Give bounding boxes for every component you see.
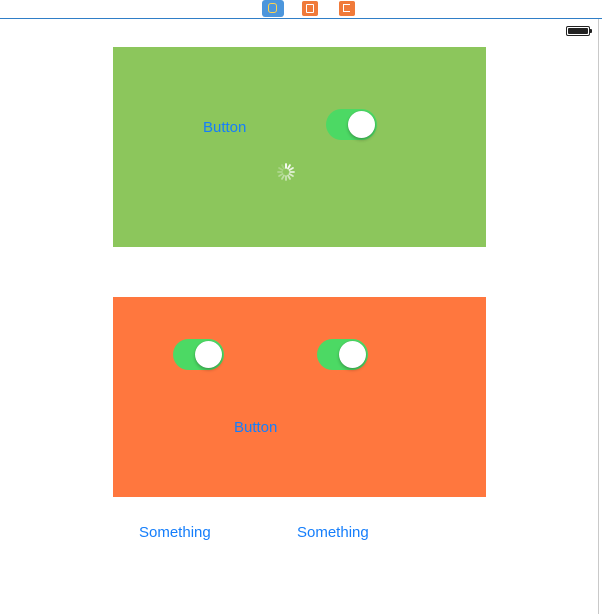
view-controller-icon[interactable] [262,0,284,17]
switch-knob [348,111,375,138]
view-controller-scene: Button Button Something Something [0,19,599,614]
green-panel-button[interactable]: Button [203,119,246,136]
something-button-left[interactable]: Something [139,524,211,541]
exit-icon[interactable] [339,1,355,16]
orange-panel-switch-right[interactable] [317,339,368,370]
orange-panel-button[interactable]: Button [234,419,277,436]
green-panel-switch[interactable] [326,109,377,140]
something-button-right[interactable]: Something [297,524,369,541]
battery-icon [566,26,592,36]
orange-panel-switch-left[interactable] [173,339,224,370]
first-responder-icon[interactable] [302,1,318,16]
switch-knob [195,341,222,368]
scene-dock [0,0,602,19]
switch-knob [339,341,366,368]
orange-container-view[interactable]: Button [113,297,486,497]
green-container-view[interactable]: Button [113,47,486,247]
activity-indicator-icon [277,163,295,181]
